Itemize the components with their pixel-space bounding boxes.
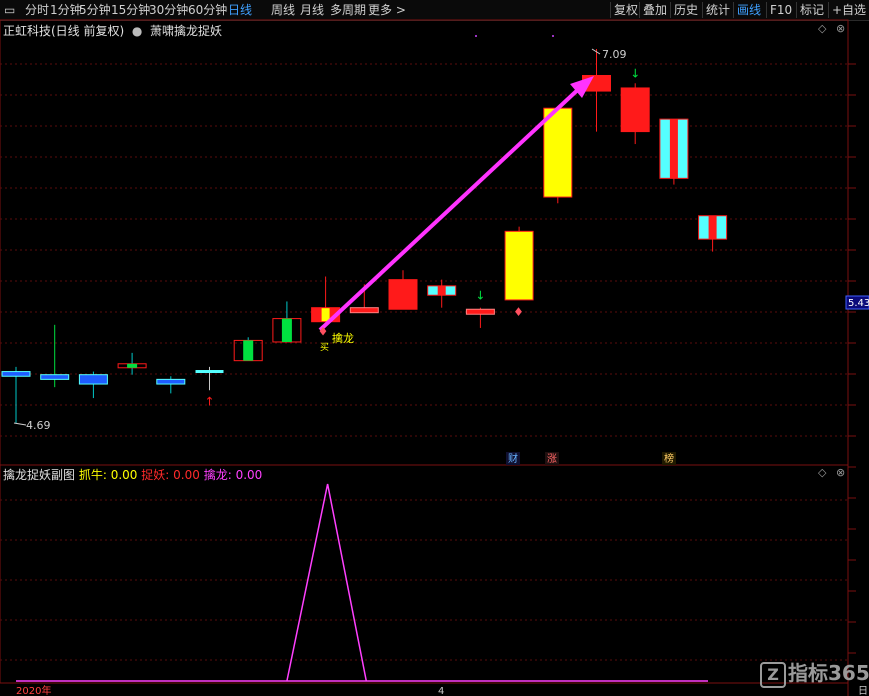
kline-chart[interactable]: 7.09 4.69 擒龙 买 5.43 财 涨 榜 ↑↓↓♦♦ 2020年 4 … bbox=[0, 0, 869, 696]
marker-dot bbox=[475, 35, 477, 37]
price-tag-label: 5.43 bbox=[848, 298, 869, 309]
candle bbox=[40, 324, 70, 388]
candle-core bbox=[127, 363, 138, 368]
logo-text: 指标365 bbox=[788, 661, 869, 685]
badge-cai: 财 bbox=[508, 452, 518, 465]
candle-body bbox=[620, 87, 650, 133]
badge-bang: 榜 bbox=[664, 452, 674, 465]
axis-year-label: 2020年 bbox=[16, 684, 51, 696]
candle bbox=[272, 301, 302, 343]
candle-core bbox=[669, 119, 678, 179]
candle bbox=[543, 107, 573, 204]
candle bbox=[698, 215, 728, 252]
candle-body bbox=[388, 279, 418, 310]
down-arrow-icon: ↓ bbox=[475, 289, 485, 303]
gem-icon: ♦ bbox=[513, 305, 524, 319]
candlestick-series bbox=[1, 49, 728, 423]
candle-body bbox=[195, 370, 224, 374]
candle bbox=[659, 118, 689, 185]
candle-body bbox=[504, 230, 534, 301]
candle bbox=[233, 337, 263, 362]
settings-diamond-icon-sub: ◇ bbox=[818, 466, 827, 479]
candle-body bbox=[349, 307, 379, 314]
candle-core bbox=[708, 215, 717, 240]
sub-chart-series bbox=[16, 483, 708, 682]
candle-body bbox=[1, 371, 31, 377]
candle bbox=[1, 366, 31, 423]
buy-signal-label: 买 bbox=[320, 342, 329, 353]
candle-body bbox=[40, 374, 70, 380]
candle-core bbox=[311, 307, 322, 322]
candle-body bbox=[465, 308, 495, 315]
close-icon: ⊗ bbox=[836, 22, 845, 35]
candle bbox=[582, 49, 611, 132]
candle bbox=[78, 371, 108, 399]
down-arrow-icon: ↓ bbox=[630, 66, 640, 80]
z-logo-icon: Z bbox=[760, 661, 786, 688]
candle-body bbox=[78, 374, 108, 385]
close-icon-sub: ⊗ bbox=[836, 466, 845, 479]
candle bbox=[465, 307, 495, 328]
up-arrow-icon: ↑ bbox=[205, 394, 215, 408]
low-price-pointer bbox=[13, 422, 27, 426]
candle bbox=[117, 352, 147, 375]
candle bbox=[388, 270, 418, 310]
axis-right-end-label: 日 bbox=[858, 686, 868, 696]
candle bbox=[504, 226, 534, 301]
candle-core bbox=[437, 285, 446, 296]
candle bbox=[195, 366, 224, 391]
candle bbox=[620, 83, 650, 145]
candle-body bbox=[543, 107, 573, 198]
high-price-label: 7.09 bbox=[602, 48, 627, 61]
qinlong-signal-label: 擒龙 bbox=[332, 331, 354, 345]
candle-core bbox=[281, 318, 292, 342]
candle bbox=[156, 376, 186, 394]
settings-diamond-icon: ◇ bbox=[818, 22, 827, 35]
badge-zhang: 涨 bbox=[547, 453, 557, 465]
candle bbox=[427, 279, 457, 308]
low-price-label: 4.69 bbox=[26, 419, 51, 432]
axis-month-label: 4 bbox=[438, 686, 444, 696]
watermark-logo: Z 指标365 bbox=[760, 657, 869, 688]
candle-core bbox=[243, 340, 254, 361]
gem-icon: ♦ bbox=[318, 325, 329, 339]
chart-grid bbox=[0, 19, 856, 696]
qinlong-series-line bbox=[286, 483, 368, 682]
candle-body bbox=[156, 378, 186, 385]
marker-dot bbox=[552, 35, 554, 37]
